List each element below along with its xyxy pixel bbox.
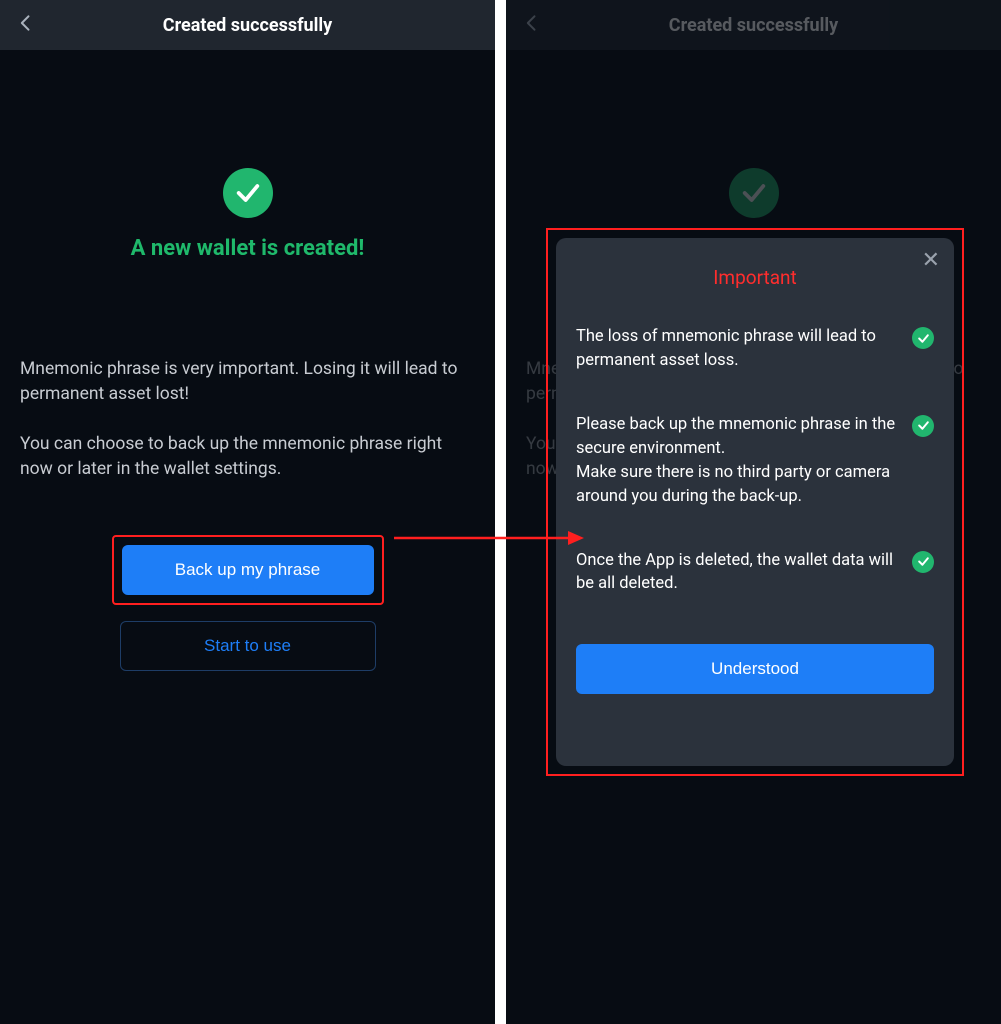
understood-button[interactable]: Understood [576,644,934,694]
highlight-box-dialog: ✕ Important The loss of mnemonic phrase … [546,228,964,776]
check-icon[interactable] [912,551,934,573]
important-dialog: ✕ Important The loss of mnemonic phrase … [556,238,954,766]
panel-divider [495,0,506,1024]
dialog-item: The loss of mnemonic phrase will lead to… [576,325,934,373]
dialog-title: Important [576,266,934,289]
page-title: Created successfully [506,15,1001,36]
check-icon[interactable] [912,415,934,437]
screen-right: Created successfully A new wallet is cre… [506,0,1001,1024]
dialog-item-text: The loss of mnemonic phrase will lead to… [576,325,900,373]
success-check-icon [729,168,779,218]
back-icon[interactable] [16,13,36,37]
header: Created successfully [0,0,495,50]
mnemonic-warning-text: Mnemonic phrase is very important. Losin… [20,357,475,408]
dialog-item: Once the App is deleted, the wallet data… [576,549,934,597]
header: Created successfully [506,0,1001,50]
close-icon[interactable]: ✕ [922,248,940,273]
start-to-use-button[interactable]: Start to use [120,621,376,671]
dialog-item-text: Once the App is deleted, the wallet data… [576,549,900,597]
backup-phrase-button[interactable]: Back up my phrase [122,545,374,595]
check-icon[interactable] [912,327,934,349]
success-check-icon [223,168,273,218]
backup-choice-text: You can choose to back up the mnemonic p… [20,432,475,483]
dialog-item: Please back up the mnemonic phrase in th… [576,413,934,509]
screen-left: Created successfully A new wallet is cre… [0,0,495,1024]
created-heading: A new wallet is created! [20,236,475,261]
highlight-box-backup: Back up my phrase [112,535,384,605]
back-icon[interactable] [522,13,542,37]
dialog-item-text: Please back up the mnemonic phrase in th… [576,413,900,509]
page-title: Created successfully [0,15,495,36]
